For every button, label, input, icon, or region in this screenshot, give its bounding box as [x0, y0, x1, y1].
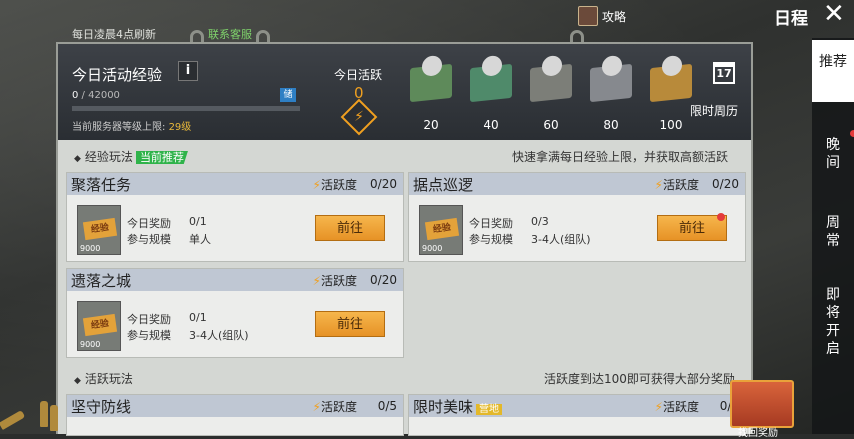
notification-dot [850, 130, 854, 137]
activity-score-label: ⚡活跃度 [654, 178, 699, 192]
exp-title: 今日活动经验 [72, 66, 163, 84]
reward-label: 今日奖励 [127, 217, 171, 230]
activity-score-label: ⚡活跃度 [654, 400, 699, 414]
exp-section-label: 经验玩法 [84, 150, 133, 164]
silver-coin-chest-icon [410, 63, 452, 103]
activity-card: 聚落任务 ⚡活跃度 0/20 经验 9000 今日奖励 0/1 参与规模 单人 前… [66, 172, 404, 262]
calendar-icon[interactable]: 17 [713, 62, 735, 84]
card-title: 遗落之城 [71, 272, 132, 290]
schedule-panel: 今日活动经验 i 0 / 42000 储 当前服务器等级上限: 29级 今日活跃… [56, 42, 753, 436]
card-title: 聚落任务 [71, 176, 132, 194]
gift-box-icon[interactable] [730, 380, 794, 428]
info-icon[interactable]: i [178, 61, 198, 81]
exp-section-hint: 快速拿满每日经验上限，并获取高额活跃 [512, 150, 729, 164]
scale-value: 单人 [189, 233, 211, 246]
camp-badge: 营地 [476, 404, 503, 415]
gold-emblem-chest-icon [530, 63, 572, 103]
activity-score-value: 0/20 [370, 273, 397, 287]
retrieve-rewards-label[interactable]: 找回奖励 [738, 424, 778, 439]
active-section-label: 活跃玩法 [84, 372, 133, 386]
tab-evening[interactable]: 晚间 [821, 130, 854, 180]
energy-chest-icon [470, 63, 512, 103]
reward-value: 0/3 [531, 215, 549, 228]
exp-progress-text: 0 / 42000 [72, 90, 120, 101]
avatar [578, 6, 598, 26]
milestone-chest-60[interactable]: 60 [523, 60, 579, 136]
exp-section-heading: ◆ 经验玩法 当前推荐 [74, 148, 188, 165]
scale-label: 参与规模 [127, 233, 171, 246]
diamond-icon: ◆ [74, 376, 81, 386]
active-section-heading: ◆ 活跃玩法 [74, 370, 133, 387]
activity-score-label: ⚡活跃度 [312, 274, 357, 288]
recommended-tag: 当前推荐 [135, 151, 188, 164]
milestone-chests: 20 40 60 80 100 [403, 60, 743, 136]
go-button[interactable]: 前往 [315, 215, 385, 241]
card-title: 限时美味 营地 [413, 396, 503, 417]
exp-ticket-icon: 经验 9000 [77, 205, 121, 255]
tab-weekly[interactable]: 周常 [821, 214, 845, 262]
contact-service-link[interactable]: 联系客服 [208, 26, 252, 42]
milestone-chest-80[interactable]: 80 [583, 60, 639, 136]
milestone-label: 40 [483, 118, 499, 132]
scale-value: 3-4人(组队) [531, 233, 591, 246]
milestone-chest-100[interactable]: 100 [643, 60, 699, 136]
activity-score-label: ⚡活跃度 [312, 400, 357, 414]
scale-label: 参与规模 [127, 329, 171, 342]
server-cap-value: 29级 [168, 122, 192, 133]
milestone-chest-40[interactable]: 40 [463, 60, 519, 136]
reward-label: 今日奖励 [469, 217, 513, 230]
daily-exp-header: 今日活动经验 i 0 / 42000 储 当前服务器等级上限: 29级 今日活跃… [58, 44, 751, 140]
guide-button[interactable]: 攻略 [578, 5, 626, 27]
activity-card: 遗落之城 ⚡活跃度 0/20 经验 9000 今日奖励 0/1 参与规模 3-4人… [66, 268, 404, 358]
activity-card: 据点巡逻 ⚡活跃度 0/20 经验 9000 今日奖励 0/3 参与规模 3-4人… [408, 172, 746, 262]
metal-ore-chest-icon [590, 63, 632, 103]
milestone-label: 100 [659, 118, 683, 132]
exp-progress-bar [72, 106, 300, 111]
diamond-icon: ◆ [74, 154, 81, 164]
server-cap-label: 当前服务器等级上限: [72, 122, 169, 133]
milestone-label: 80 [603, 118, 619, 132]
exp-ticket-icon: 经验 9000 [419, 205, 463, 255]
activity-card: 坚守防线 ⚡活跃度 0/5 [66, 394, 404, 436]
weekly-calendar-label[interactable]: 限时周历 [690, 102, 738, 119]
card-title: 据点巡逻 [413, 176, 474, 194]
milestone-label: 60 [543, 118, 559, 132]
store-badge-icon[interactable]: 储 [280, 88, 296, 102]
ammo-decoration [0, 395, 60, 434]
activity-score-label: ⚡活跃度 [312, 178, 357, 192]
today-active-label: 今日活跃 [334, 68, 383, 82]
exp-total: / 42000 [78, 90, 120, 101]
refresh-note: 每日凌晨4点刷新 [72, 28, 156, 41]
card-title: 坚守防线 [71, 398, 132, 416]
scale-value: 3-4人(组队) [189, 329, 249, 342]
scale-label: 参与规模 [469, 233, 513, 246]
activity-score-value: 0/20 [370, 177, 397, 191]
close-icon[interactable]: ✕ [823, 1, 845, 27]
milestone-label: 20 [423, 118, 439, 132]
activity-score-value: 0/20 [712, 177, 739, 191]
activity-score-value: 0/5 [377, 399, 397, 413]
reward-value: 0/1 [189, 311, 207, 324]
milestone-chest-20[interactable]: 20 [403, 60, 459, 136]
tab-recommended[interactable]: 推荐 [812, 40, 854, 102]
guide-label: 攻略 [602, 9, 627, 24]
exp-ticket-icon: 经验 9000 [77, 301, 121, 351]
page-title: 日程 [774, 9, 808, 29]
reward-label: 今日奖励 [127, 313, 171, 326]
server-level-cap: 当前服务器等级上限: 29级 [72, 118, 191, 133]
active-section-hint: 活跃度到达100即可获得大部分奖励 [544, 372, 735, 386]
go-button[interactable]: 前往 [315, 311, 385, 337]
activity-bolt-icon: ⚡ [340, 98, 378, 136]
schedule-sidebar: 推荐 晚间 周常 即将开启 [812, 38, 854, 434]
notification-dot [717, 213, 725, 221]
reward-value: 0/1 [189, 215, 207, 228]
gold-coin-chest-icon [650, 63, 692, 103]
tab-upcoming[interactable]: 即将开启 [821, 286, 845, 360]
activity-card: 限时美味营地 ⚡活跃度 0/5 [408, 394, 746, 436]
